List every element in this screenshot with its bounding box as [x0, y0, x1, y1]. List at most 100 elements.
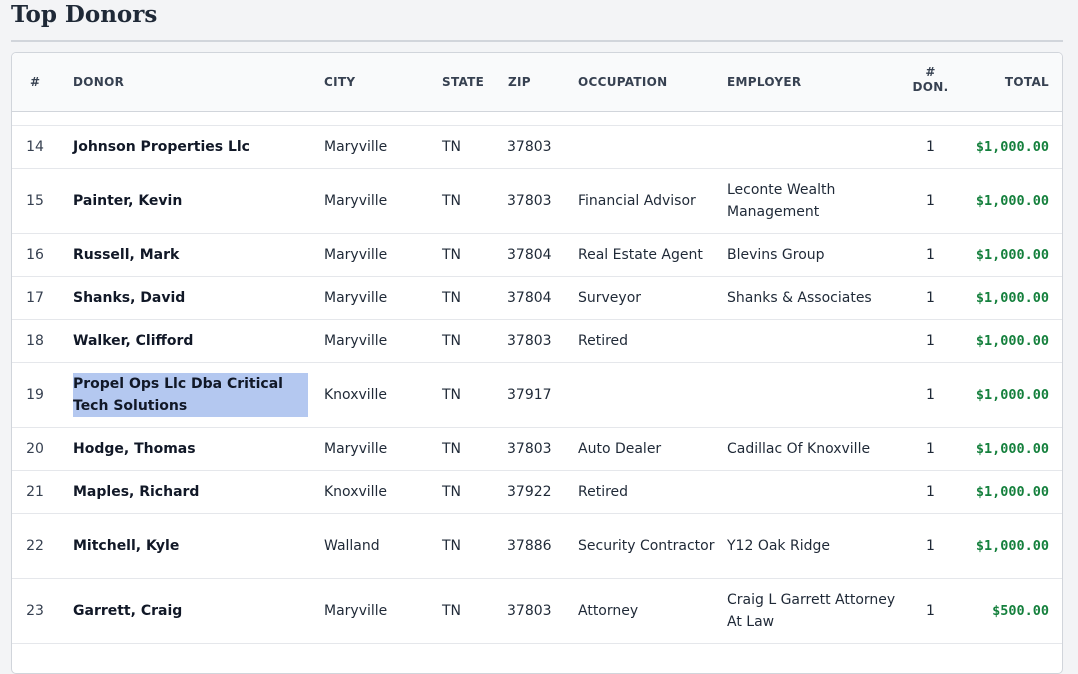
- table-row: 16 Russell, Mark Maryville TN 37804 Real…: [12, 234, 1062, 277]
- cell-donor[interactable]: Mitchell, Kyle: [73, 514, 308, 578]
- table-row: 20 Hodge, Thomas Maryville TN 37803 Auto…: [12, 428, 1062, 471]
- cell-zip: 37803: [507, 441, 552, 457]
- cell-total: $500.00: [992, 603, 1049, 619]
- cell-state: TN: [442, 193, 462, 209]
- cell-employer: [727, 320, 897, 362]
- table-row: 18 Walker, Clifford Maryville TN 37803 R…: [12, 320, 1062, 363]
- table-row: 19 Propel Ops Llc Dba Critical Tech Solu…: [12, 363, 1062, 428]
- cell-zip: 37803: [507, 139, 552, 155]
- cell-donations: 1: [926, 290, 935, 306]
- table-row: 21 Maples, Richard Knoxville TN 37922 Re…: [12, 471, 1062, 514]
- cell-total: $1,000.00: [975, 247, 1049, 263]
- header-total[interactable]: TOTAL: [957, 75, 1049, 90]
- cell-zip: 37803: [507, 193, 552, 209]
- table-row: 17 Shanks, David Maryville TN 37804 Surv…: [12, 277, 1062, 320]
- cell-employer: Cadillac Of Knoxville: [727, 441, 871, 457]
- cell-donor[interactable]: Russell, Mark: [73, 234, 308, 276]
- cell-rank: 21: [26, 484, 44, 500]
- cell-employer: Craig L Garrett Attorney At Law: [727, 592, 896, 630]
- cell-zip: 37886: [507, 538, 552, 554]
- cell-total: $1,000.00: [975, 193, 1049, 209]
- table-row: 14 Johnson Properties Llc Maryville TN 3…: [12, 126, 1062, 169]
- cell-donations: 1: [926, 333, 935, 349]
- cell-occupation: Auto Dealer: [578, 441, 662, 457]
- cell-state: TN: [442, 387, 462, 403]
- cell-occupation: Security Contractor: [578, 538, 715, 554]
- cell-state: TN: [442, 247, 462, 263]
- cell-donor[interactable]: Hodge, Thomas: [73, 428, 308, 470]
- cell-city: Knoxville: [324, 387, 388, 403]
- cell-donor[interactable]: Garrett, Craig: [73, 579, 308, 643]
- table-body: 14 Johnson Properties Llc Maryville TN 3…: [12, 111, 1062, 644]
- cell-donor[interactable]: Propel Ops Llc Dba Critical Tech Solutio…: [73, 363, 308, 427]
- cell-rank: 18: [26, 333, 44, 349]
- cell-donations: 1: [926, 387, 935, 403]
- cell-occupation: Real Estate Agent: [578, 247, 703, 263]
- cell-donations: 1: [926, 484, 935, 500]
- header-zip[interactable]: ZIP: [508, 75, 531, 90]
- cell-total: $1,000.00: [975, 441, 1049, 457]
- cell-state: TN: [442, 139, 462, 155]
- cell-city: Maryville: [324, 193, 388, 209]
- cell-donations: 1: [926, 139, 935, 155]
- cell-occupation: Surveyor: [578, 290, 642, 306]
- cell-donor[interactable]: Shanks, David: [73, 277, 308, 319]
- cell-city: Maryville: [324, 290, 388, 306]
- cell-rank: 23: [26, 603, 44, 619]
- page-title: Top Donors: [11, 1, 158, 28]
- cell-donor[interactable]: Maples, Richard: [73, 471, 308, 513]
- header-occupation[interactable]: OCCUPATION: [578, 75, 668, 90]
- cell-rank: 17: [26, 290, 44, 306]
- cell-occupation: Retired: [578, 484, 629, 500]
- cell-donor[interactable]: Johnson Properties Llc: [73, 126, 308, 168]
- title-divider: [11, 40, 1063, 42]
- header-donations-line2: DON.: [912, 80, 949, 94]
- cell-donations: 1: [926, 538, 935, 554]
- cell-employer: Y12 Oak Ridge: [727, 538, 830, 554]
- header-donations[interactable]: # DON.: [902, 65, 959, 95]
- cell-city: Maryville: [324, 603, 388, 619]
- header-employer[interactable]: EMPLOYER: [727, 75, 801, 90]
- header-state[interactable]: STATE: [442, 75, 484, 90]
- cell-state: TN: [442, 538, 462, 554]
- cell-employer: Blevins Group: [727, 247, 825, 263]
- cell-rank: 14: [26, 139, 44, 155]
- cell-occupation: Retired: [578, 333, 629, 349]
- header-donations-line1: #: [925, 65, 936, 79]
- cell-zip: 37804: [507, 290, 552, 306]
- table-row-partial: [12, 111, 1062, 126]
- cell-zip: 37803: [507, 333, 552, 349]
- cell-total: $1,000.00: [975, 484, 1049, 500]
- cell-occupation: [578, 126, 718, 168]
- cell-city: Maryville: [324, 139, 388, 155]
- cell-city: Maryville: [324, 333, 388, 349]
- cell-occupation: [578, 363, 718, 427]
- cell-rank: 22: [26, 538, 44, 554]
- cell-donations: 1: [926, 441, 935, 457]
- cell-employer: Leconte Wealth Management: [727, 182, 836, 220]
- cell-city: Knoxville: [324, 484, 388, 500]
- cell-zip: 37922: [507, 484, 552, 500]
- cell-total: $1,000.00: [975, 387, 1049, 403]
- top-donors-table: # DONOR CITY STATE ZIP OCCUPATION EMPLOY…: [11, 52, 1063, 674]
- cell-donor[interactable]: Walker, Clifford: [73, 320, 308, 362]
- cell-occupation: Financial Advisor: [578, 193, 696, 209]
- cell-state: TN: [442, 484, 462, 500]
- cell-rank: 16: [26, 247, 44, 263]
- cell-total: $1,000.00: [975, 333, 1049, 349]
- cell-total: $1,000.00: [975, 139, 1049, 155]
- cell-rank: 19: [26, 387, 44, 403]
- cell-city: Walland: [324, 538, 380, 554]
- cell-donor[interactable]: Painter, Kevin: [73, 169, 308, 233]
- cell-employer: [727, 363, 897, 427]
- cell-zip: 37803: [507, 603, 552, 619]
- cell-city: Maryville: [324, 441, 388, 457]
- header-donor[interactable]: DONOR: [73, 75, 124, 90]
- header-city[interactable]: CITY: [324, 75, 355, 90]
- header-rank[interactable]: #: [30, 75, 40, 90]
- cell-total: $1,000.00: [975, 290, 1049, 306]
- cell-rank: 15: [26, 193, 44, 209]
- cell-rank: 20: [26, 441, 44, 457]
- cell-state: TN: [442, 333, 462, 349]
- table-row: 15 Painter, Kevin Maryville TN 37803 Fin…: [12, 169, 1062, 234]
